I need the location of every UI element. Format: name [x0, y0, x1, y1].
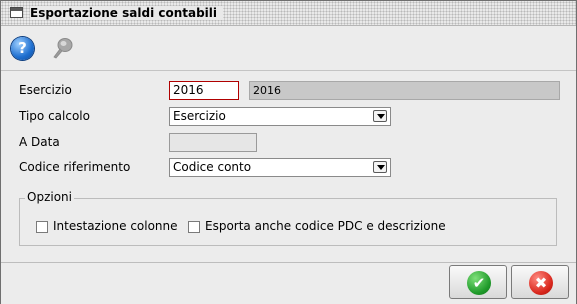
window-title: Esportazione saldi contabili: [30, 6, 224, 20]
a-data-input[interactable]: [169, 133, 257, 152]
esercizio-input[interactable]: 2016: [169, 81, 239, 100]
codice-riferimento-value: Codice conto: [173, 160, 252, 174]
intestazione-colonne-checkbox[interactable]: [36, 221, 48, 233]
esercizio-description: 2016: [249, 81, 560, 100]
cancel-icon: ✖: [529, 271, 553, 295]
codice-riferimento-select[interactable]: Codice conto: [169, 158, 391, 177]
tipo-calcolo-label: Tipo calcolo: [19, 109, 90, 123]
a-data-label: A Data: [19, 135, 60, 149]
pen-icon[interactable]: [51, 36, 75, 60]
chevron-down-icon[interactable]: [373, 110, 387, 122]
help-icon[interactable]: ?: [11, 37, 34, 60]
options-group-title: Opzioni: [25, 190, 74, 204]
ok-button[interactable]: ✔: [449, 265, 507, 299]
chevron-down-icon[interactable]: [373, 161, 387, 173]
check-icon: ✔: [467, 271, 491, 295]
esporta-codice-pdc-label[interactable]: Esporta anche codice PDC e descrizione: [205, 219, 446, 233]
toolbar: ?: [1, 26, 576, 71]
intestazione-colonne-label[interactable]: Intestazione colonne: [53, 219, 178, 233]
esporta-codice-pdc-checkbox[interactable]: [188, 221, 200, 233]
export-dialog: Esportazione saldi contabili ? Esercizio…: [0, 0, 577, 304]
title-bar[interactable]: Esportazione saldi contabili: [1, 1, 576, 26]
window-icon: [10, 7, 23, 18]
tipo-calcolo-select[interactable]: Esercizio: [169, 107, 391, 126]
codice-riferimento-label: Codice riferimento: [19, 160, 131, 174]
esercizio-label: Esercizio: [19, 83, 72, 97]
cancel-button[interactable]: ✖: [511, 265, 569, 299]
tipo-calcolo-value: Esercizio: [173, 109, 226, 123]
